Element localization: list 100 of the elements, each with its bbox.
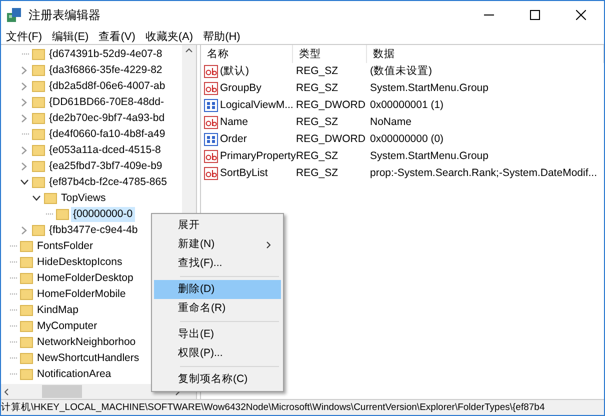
menu-item[interactable]: 文件(F) <box>1 30 48 44</box>
folder-icon <box>32 96 45 108</box>
expanded-chevron-icon[interactable] <box>19 177 29 187</box>
tree-item[interactable]: MyComputer <box>35 318 100 334</box>
folder-icon <box>32 176 45 188</box>
string-value-icon <box>204 150 220 163</box>
collapsed-chevron-icon[interactable] <box>19 65 29 75</box>
tree-item[interactable]: {de2b70ec-9bf7-4a93-bd <box>47 110 167 126</box>
tree-item[interactable]: NetworkNeighborhoo <box>35 334 138 350</box>
value-name[interactable]: (默认) <box>220 64 249 80</box>
collapsed-chevron-icon[interactable] <box>19 97 29 107</box>
menu-item[interactable]: 权限(P)... <box>154 344 281 363</box>
menu-item[interactable]: 重命名(R) <box>154 299 281 318</box>
tree-item[interactable]: NewShortcutHandlers <box>35 350 142 366</box>
tree-item[interactable]: NotificationArea <box>35 366 114 382</box>
table-cell-text: System.StartMenu.Group <box>369 80 490 96</box>
table-cell-text: prop:-System.Search.Rank;-System.DateModif... <box>369 166 598 181</box>
folder-icon <box>20 368 33 380</box>
tree-item[interactable]: HomeFolderDesktop <box>35 270 136 286</box>
tree-item[interactable]: KindMap <box>35 302 80 318</box>
folder-icon <box>20 288 33 300</box>
tree-item[interactable]: {fbb3477e-c9e4-4b <box>47 222 140 238</box>
tree-item[interactable]: {DD61BD66-70E8-48dd- <box>47 94 166 110</box>
menu-label: 新建(N) <box>178 236 215 252</box>
collapsed-chevron-icon[interactable] <box>19 81 29 91</box>
value-name[interactable]: Name <box>220 114 248 130</box>
menu-item[interactable]: 收藏夹(A) <box>140 30 198 44</box>
close-icon <box>576 10 586 20</box>
scroll-up-icon[interactable] <box>185 48 193 53</box>
value-name[interactable]: SortByList <box>220 166 268 182</box>
maximize-icon <box>530 10 540 20</box>
scrollbar-thumb[interactable] <box>42 385 82 398</box>
menu-item[interactable]: 帮助(H) <box>198 30 246 44</box>
table-cell-text: System.StartMenu.Group <box>369 148 490 164</box>
value-name[interactable]: GroupBy <box>220 80 262 96</box>
menu-item[interactable]: 查找(F)... <box>154 254 281 273</box>
scroll-left-icon[interactable] <box>4 388 9 396</box>
table-cell-text: REG_SZ <box>295 64 340 79</box>
tree-item[interactable]: {d674391b-52d9-4e07-8 <box>47 46 164 62</box>
folder-icon <box>20 336 33 348</box>
menu-item[interactable]: 复制项名称(C) <box>154 370 281 389</box>
status-bar: 计算机\HKEY_LOCAL_MACHINE\SOFTWARE\Wow6432Node\Microsoft\Windows\CurrentVersion\Explorer\FolderTypes\{ef87b4 <box>1 399 604 415</box>
column-header[interactable]: 类型 <box>293 45 367 63</box>
tree-item[interactable]: {da3f6866-35fe-4229-82 <box>47 62 164 78</box>
table-cell-text: (数值未设置) <box>369 64 433 79</box>
collapsed-chevron-icon[interactable] <box>19 145 29 155</box>
string-value-icon <box>204 65 220 78</box>
folder-icon <box>32 112 45 124</box>
window-title: 注册表编辑器 <box>28 7 102 24</box>
folder-icon <box>20 352 33 364</box>
table-cell-text: 0x00000001 (1) <box>369 98 445 113</box>
table-cell-text: REG_DWORD <box>295 132 366 147</box>
app-icon <box>6 7 22 23</box>
folder-icon <box>32 64 45 76</box>
folder-icon <box>20 304 33 316</box>
menu-item[interactable]: 编辑(E) <box>47 30 94 44</box>
table-cell-text: REG_DWORD <box>295 98 366 113</box>
collapsed-chevron-icon[interactable] <box>19 225 29 235</box>
table-cell-text: 0x00000000 (0) <box>369 132 445 147</box>
folder-icon <box>32 128 45 140</box>
folder-icon <box>32 224 45 236</box>
menu-item[interactable]: 查看(V) <box>94 30 140 44</box>
folder-icon <box>32 144 45 156</box>
string-value-icon <box>204 116 220 129</box>
collapsed-chevron-icon[interactable] <box>19 161 29 171</box>
folder-icon <box>20 240 33 252</box>
folder-icon <box>20 256 33 268</box>
tree-item[interactable]: {00000000-0 <box>71 206 135 222</box>
tree-item[interactable]: HideDesktopIcons <box>35 254 124 270</box>
tree-item[interactable]: {ef87b4cb-f2ce-4785-865 <box>47 174 169 190</box>
tree-item[interactable]: {de4f0660-fa10-4b8f-a49 <box>47 126 168 142</box>
column-header[interactable]: 数据 <box>367 45 604 63</box>
tree-item[interactable]: {e053a11a-dced-4515-8 <box>47 142 163 158</box>
table-cell-text: NoName <box>369 114 412 130</box>
table-cell-text: REG_SZ <box>295 166 340 181</box>
value-name[interactable]: LogicalViewM... <box>220 98 294 114</box>
tree-item[interactable]: {ea25fbd7-3bf7-409e-b9 <box>47 158 164 174</box>
table-cell-text: REG_SZ <box>295 80 340 96</box>
binary-value-icon <box>204 133 220 146</box>
string-value-icon <box>204 167 220 180</box>
chevron-right-icon <box>266 240 271 248</box>
column-header[interactable]: 名称 <box>201 45 293 63</box>
value-name[interactable]: Order <box>220 132 247 148</box>
folder-icon <box>32 160 45 172</box>
binary-value-icon <box>204 99 220 112</box>
tree-item[interactable]: FontsFolder <box>35 238 96 254</box>
menu-item[interactable]: 展开 <box>154 216 281 235</box>
folder-icon <box>32 48 45 60</box>
tree-item[interactable]: HomeFolderMobile <box>35 286 128 302</box>
collapsed-chevron-icon[interactable] <box>19 113 29 123</box>
string-value-icon <box>204 82 220 95</box>
expanded-chevron-icon[interactable] <box>31 193 41 203</box>
tree-item[interactable]: {db2a5d8f-06e6-4007-ab <box>47 78 168 94</box>
menu-item[interactable]: 导出(E) <box>154 325 281 344</box>
submenu-item[interactable]: 新建(N) <box>154 235 281 254</box>
folder-icon <box>56 208 69 220</box>
tree-item[interactable]: TopViews <box>59 190 108 206</box>
value-name[interactable]: PrimaryProperty <box>220 148 296 164</box>
folder-icon <box>20 320 33 332</box>
menu-item[interactable]: 删除(D) <box>154 280 281 299</box>
